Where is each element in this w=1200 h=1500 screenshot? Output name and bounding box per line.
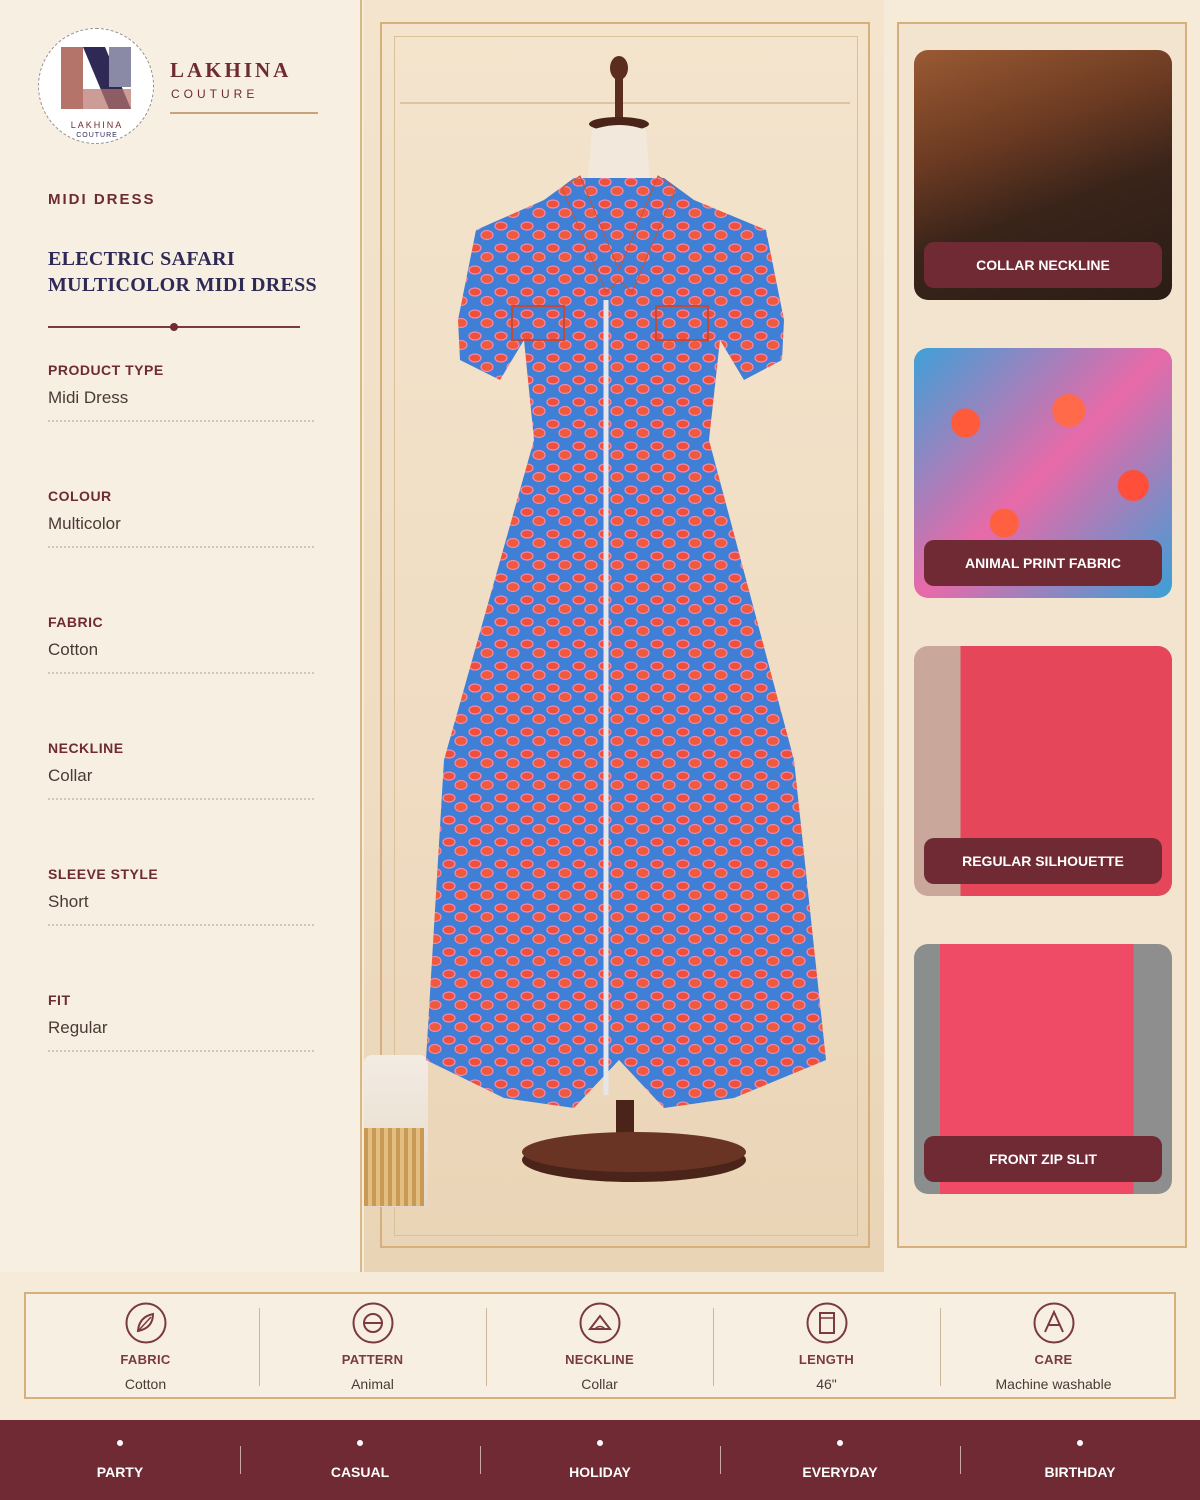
spec-value: Multicolor (48, 514, 121, 533)
feature-card-collar[interactable]: COLLAR NECKLINE (914, 50, 1172, 300)
attribute-neckline: NECKLINE Collar (486, 1302, 713, 1392)
brand-logo[interactable]: LAKHINA COUTURE (38, 28, 154, 144)
feature-card-zip[interactable]: FRONT ZIP SLIT (914, 944, 1172, 1194)
bullet-icon (117, 1440, 123, 1446)
feature-label: ANIMAL PRINT FABRIC (924, 540, 1162, 586)
logo-mark-icon: LAKHINA COUTURE (61, 47, 131, 139)
spec-value: Short (48, 892, 89, 911)
bullet-icon (357, 1440, 363, 1446)
attribute-pattern: PATTERN Animal (259, 1302, 486, 1392)
spec-label: PRODUCT TYPE (48, 362, 164, 378)
attribute-value: Machine washable (995, 1376, 1112, 1392)
attribute-label: CARE (1034, 1352, 1073, 1367)
bullet-icon (1077, 1440, 1083, 1446)
pattern-icon (352, 1302, 393, 1344)
spec-sleeve-style: SLEEVE STYLE Short (48, 866, 314, 926)
occasion-label: CASUAL (330, 1464, 390, 1480)
spec-value: Cotton (48, 640, 99, 659)
bullet-icon (837, 1440, 843, 1446)
brand-name: LAKHINA (170, 58, 292, 82)
neckline-icon (579, 1302, 620, 1344)
leaf-icon (125, 1302, 166, 1344)
spec-value: Regular (48, 1018, 108, 1037)
attribute-value: Collar (581, 1376, 618, 1392)
svg-text:COUTURE: COUTURE (76, 132, 118, 139)
occasion-birthday[interactable]: BIRTHDAY (960, 1420, 1200, 1500)
spec-neckline: NECKLINE Collar (48, 740, 314, 800)
occasion-party[interactable]: PARTY (0, 1420, 240, 1500)
mannequin-finial-icon (610, 56, 628, 80)
dress-on-mannequin[interactable] (364, 0, 884, 1272)
product-title: ELECTRIC SAFARI MULTICOLOR MIDI DRESS (48, 248, 317, 296)
brand-subtitle: COUTURE (171, 87, 259, 101)
attribute-value: Animal (351, 1376, 394, 1392)
attribute-fabric: FABRIC Cotton (32, 1302, 259, 1392)
care-icon (1033, 1302, 1074, 1344)
occasion-label: EVERYDAY (802, 1464, 878, 1480)
spec-label: FABRIC (48, 614, 104, 630)
spec-label: SLEEVE STYLE (48, 866, 159, 882)
spec-label: COLOUR (48, 488, 112, 504)
spec-value: Collar (48, 766, 93, 785)
attribute-care: CARE Machine washable (940, 1302, 1167, 1392)
svg-text:LAKHINA: LAKHINA (71, 120, 124, 130)
attribute-label: PATTERN (341, 1352, 404, 1367)
feature-card-silhouette[interactable]: REGULAR SILHOUETTE (914, 646, 1172, 896)
spec-product-type: PRODUCT TYPE Midi Dress (48, 362, 314, 422)
attribute-value: 46" (816, 1376, 837, 1392)
divider-dot (170, 323, 178, 331)
spec-fit: FIT Regular (48, 992, 314, 1052)
occasion-casual[interactable]: CASUAL (240, 1420, 480, 1500)
feature-label: COLLAR NECKLINE (924, 242, 1162, 288)
occasion-holiday[interactable]: HOLIDAY (480, 1420, 720, 1500)
brand-underline (170, 112, 318, 114)
feature-label: REGULAR SILHOUETTE (924, 838, 1162, 884)
spec-label: FIT (48, 992, 71, 1008)
occasion-label: PARTY (96, 1464, 144, 1480)
feature-label: FRONT ZIP SLIT (924, 1136, 1162, 1182)
spec-label: NECKLINE (48, 740, 124, 756)
spec-colour: COLOUR Multicolor (48, 488, 314, 548)
spec-fabric: FABRIC Cotton (48, 614, 314, 674)
attribute-label: LENGTH (798, 1352, 855, 1367)
feature-card-print[interactable]: ANIMAL PRINT FABRIC (914, 348, 1172, 598)
occasion-everyday[interactable]: EVERYDAY (720, 1420, 960, 1500)
attribute-label: FABRIC (120, 1352, 171, 1367)
occasion-label: HOLIDAY (569, 1464, 631, 1480)
bullet-icon (597, 1440, 603, 1446)
attribute-value: Cotton (124, 1376, 167, 1392)
length-icon (806, 1302, 847, 1344)
spec-value: Midi Dress (48, 388, 129, 407)
attribute-length: LENGTH 46" (713, 1302, 940, 1392)
attribute-label: NECKLINE (565, 1352, 634, 1367)
product-category: MIDI DRESS (48, 191, 156, 208)
occasion-label: BIRTHDAY (1044, 1464, 1116, 1480)
